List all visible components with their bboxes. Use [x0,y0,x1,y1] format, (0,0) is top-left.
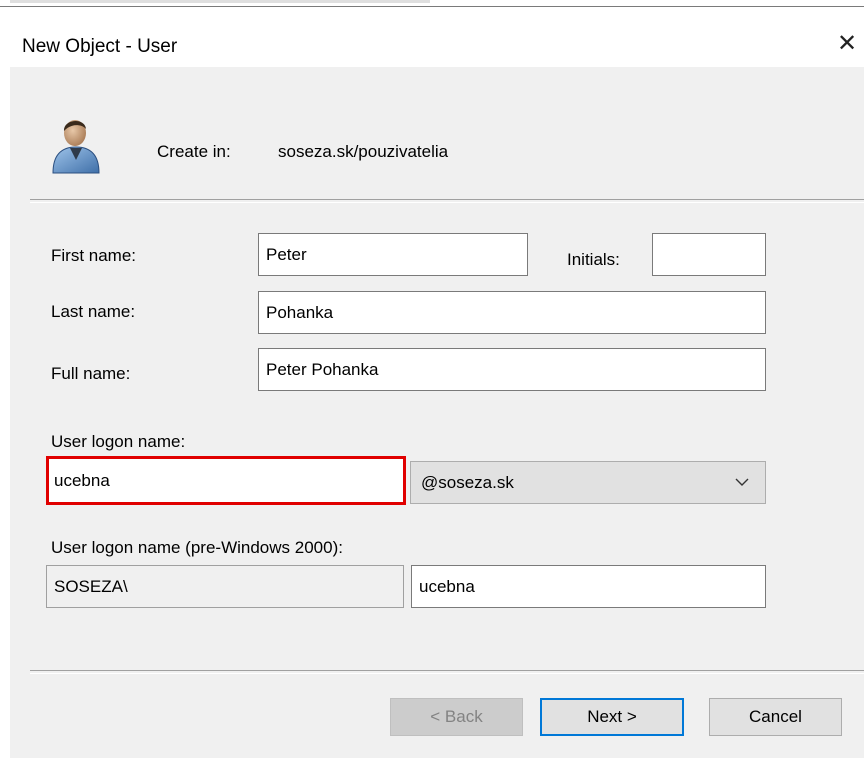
window-title: New Object - User [22,36,178,57]
pre-windows-2000-logon-input[interactable] [411,565,766,608]
close-icon[interactable]: ✕ [832,29,862,59]
next-button[interactable]: Next > [540,698,684,736]
last-name-input[interactable] [258,291,766,334]
logon-name-label: User logon name: [51,432,186,451]
divider [30,670,864,674]
first-name-label: First name: [51,246,137,265]
full-name-input[interactable] [258,348,766,391]
divider [30,199,864,203]
cancel-button[interactable]: Cancel [709,698,842,736]
initials-label: Initials: [567,250,620,269]
create-in-path: soseza.sk/pouzivatelia [278,142,449,161]
full-name-label: Full name: [51,364,131,383]
title-bar: New Object - User ✕ [0,7,864,67]
logon-name-input[interactable] [46,456,406,505]
initials-input[interactable] [652,233,766,276]
pre-windows-2000-label: User logon name (pre-Windows 2000): [51,538,343,557]
first-name-input[interactable] [258,233,528,276]
user-icon [52,120,100,174]
chevron-down-icon [735,478,749,486]
last-name-label: Last name: [51,302,136,321]
background-window-text [10,0,430,3]
domain-suffix-dropdown[interactable]: @soseza.sk [410,461,766,504]
create-in-label: Create in: [157,142,231,161]
pre-windows-2000-domain-field [46,565,404,608]
dialog-client-area [10,67,864,758]
back-button[interactable]: < Back [390,698,523,736]
domain-suffix-value: @soseza.sk [421,473,514,492]
